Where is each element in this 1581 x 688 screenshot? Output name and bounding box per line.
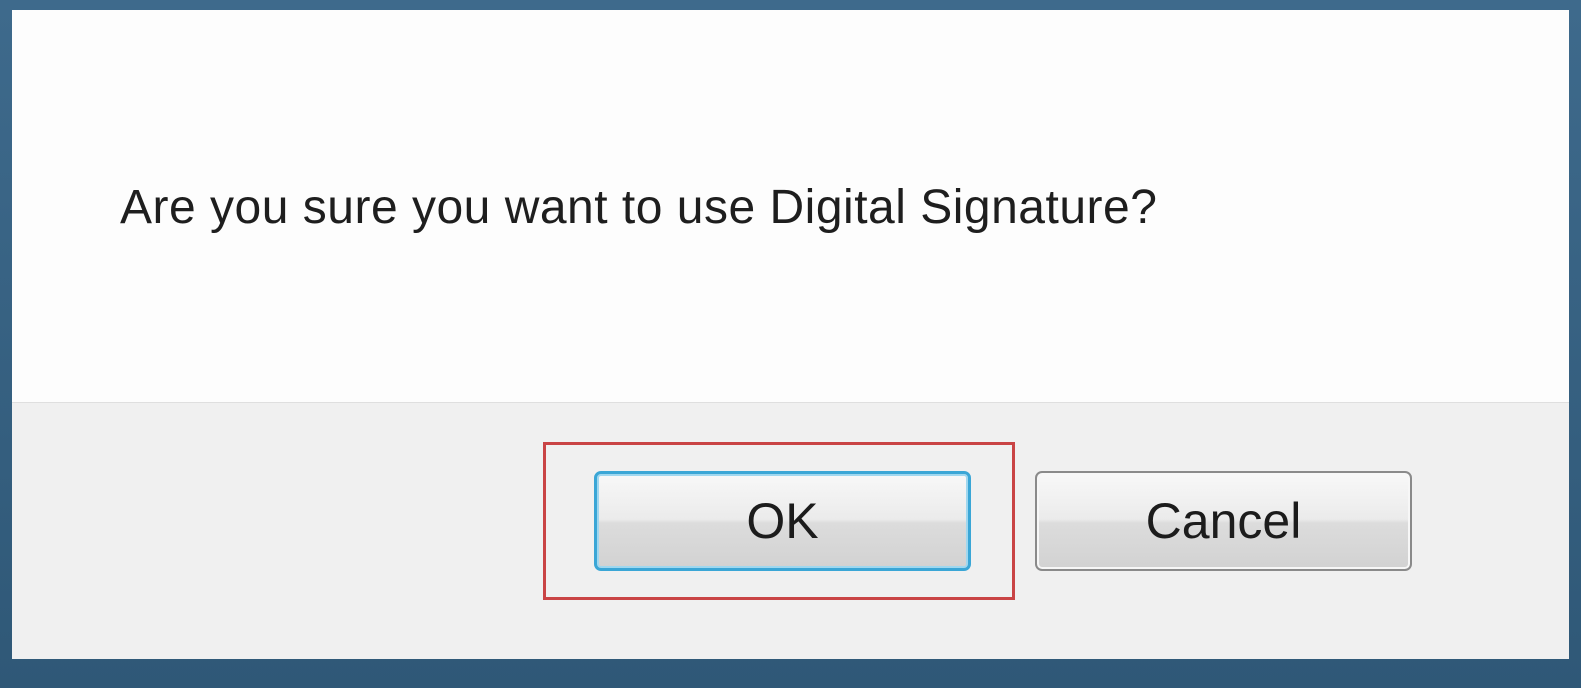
confirmation-dialog: Are you sure you want to use Digital Sig… xyxy=(12,10,1569,659)
dialog-message: Are you sure you want to use Digital Sig… xyxy=(120,181,1158,234)
ok-button[interactable]: OK xyxy=(594,471,971,571)
button-bar: OK Cancel xyxy=(12,402,1569,659)
cancel-button[interactable]: Cancel xyxy=(1035,471,1412,571)
message-area: Are you sure you want to use Digital Sig… xyxy=(12,10,1569,402)
